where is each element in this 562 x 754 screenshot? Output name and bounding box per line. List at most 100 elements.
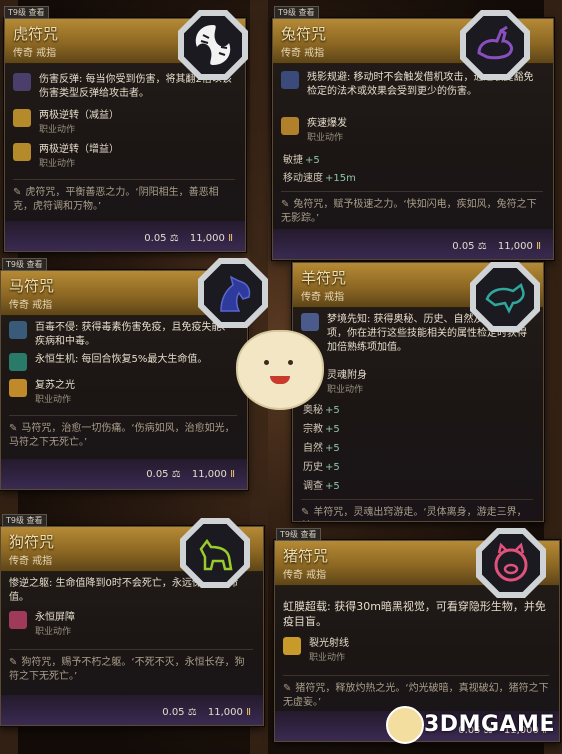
barrier-icon	[9, 611, 27, 629]
site-watermark: 3DMGAME	[424, 712, 555, 737]
quote-icon: ✎	[283, 683, 292, 694]
card-subtitle: 传奇 戒指	[9, 300, 53, 311]
card-subtitle: 传奇 戒指	[283, 570, 327, 581]
passive-text: 虹膜超载: 获得30m暗黑视觉，可看穿隐形生物，并免疫目盲。	[283, 600, 546, 628]
dog-icon	[199, 538, 233, 571]
coin-icon: Ⅱ	[228, 233, 233, 244]
quote-icon: ✎	[281, 199, 290, 210]
action-row[interactable]: 灵魂附身 职业动作	[301, 369, 533, 397]
weight-value: 0.05	[144, 233, 167, 244]
action-name: 裂光射线	[309, 638, 349, 649]
poison-immunity-icon	[9, 321, 27, 339]
action-kind: 职业动作	[35, 627, 72, 637]
quote-icon: ✎	[13, 187, 22, 198]
weight-icon: ⚖	[171, 469, 181, 480]
tiger-emblem	[178, 10, 248, 80]
watermark-mascot	[386, 706, 424, 744]
stat-religion: 宗教 +5	[303, 424, 340, 435]
mascot-watermark	[236, 330, 324, 410]
dog-emblem	[180, 518, 250, 588]
card-subtitle: 传奇 戒指	[9, 556, 53, 567]
price-value: 11,000	[189, 233, 225, 244]
weight-value: 0.05	[452, 241, 475, 252]
polarity-icon	[13, 109, 31, 127]
price-value: 11,000	[191, 469, 227, 480]
flavor-text: ✎ 马符咒，治愈一切伤痛。‘伤病如风，治愈如光，马符之下无死亡。’	[9, 415, 237, 450]
action-name: 灵魂附身	[327, 370, 367, 381]
action-kind: 职业动作	[309, 653, 346, 663]
action-kind: 职业动作	[35, 395, 72, 405]
passive-text: 百毒不侵: 获得毒素伤害免疫，且免疫失能、疾病和中毒。	[35, 322, 232, 347]
rabbit-icon	[477, 25, 513, 60]
card-title: 羊符咒	[301, 269, 347, 287]
action-row[interactable]: 两极逆转（减益） 职业动作	[13, 109, 235, 137]
action-kind: 职业动作	[39, 159, 76, 169]
coin-icon: Ⅱ	[246, 707, 251, 718]
coin-icon: Ⅱ	[230, 469, 235, 480]
flavor-text: ✎ 虎符咒，平衡善恶之力。‘阴阳相生，善恶相克，虎符调和万物。’	[13, 179, 235, 214]
coin-icon: Ⅱ	[536, 241, 541, 252]
price-line: 0.05 ⚖ 11,000 Ⅱ	[452, 241, 541, 252]
action-row[interactable]: 裂光射线 职业动作	[283, 637, 549, 665]
stat-history: 历史 +5	[303, 462, 340, 473]
price-line: 0.05 ⚖ 11,000 Ⅱ	[144, 233, 233, 244]
afterimage-icon	[281, 71, 299, 89]
claw-icon	[13, 73, 31, 91]
quote-icon: ✎	[301, 507, 310, 518]
stat-arcana: 奥秘 +5	[303, 405, 340, 416]
card-subtitle: 传奇 戒指	[301, 292, 345, 303]
stat-investigation: 调查 +5	[303, 481, 340, 492]
burst-icon	[281, 117, 299, 135]
item-tag[interactable]: T9级 查看	[276, 528, 321, 541]
goat-emblem	[470, 262, 540, 332]
action-row[interactable]: 两极逆转（增益） 职业动作	[13, 143, 235, 171]
flavor-text: ✎羊符咒，灵魂出窍游走。‘灵体离身，游走三界，羊’	[301, 499, 533, 521]
stat-dexterity: 敏捷 +5	[283, 155, 320, 166]
action-name: 疾速爆发	[307, 118, 347, 129]
card-title: 猪符咒	[283, 547, 329, 565]
item-tag[interactable]: T9级 查看	[274, 6, 319, 19]
action-kind: 职业动作	[307, 133, 344, 143]
action-kind: 职业动作	[39, 125, 76, 135]
rabbit-emblem	[460, 10, 530, 80]
item-tag[interactable]: T9级 查看	[2, 514, 47, 527]
item-tag[interactable]: T9级 查看	[2, 258, 47, 271]
action-row[interactable]: 疾速爆发 职业动作	[281, 117, 543, 145]
dream-prophet-icon	[301, 313, 319, 331]
action-row[interactable]: 永恒屏障 职业动作	[9, 611, 253, 639]
stat-nature: 自然 +5	[303, 443, 340, 454]
pig-icon	[494, 542, 528, 582]
polarity-icon	[13, 143, 31, 161]
price-value: 11,000	[207, 707, 243, 718]
quote-icon: ✎	[9, 657, 18, 668]
card-subtitle: 传奇 戒指	[281, 48, 325, 59]
action-name: 两极逆转（减益）	[39, 110, 119, 121]
action-name: 两极逆转（增益）	[39, 144, 119, 155]
weight-icon: ⚖	[187, 707, 197, 718]
goat-icon	[485, 282, 525, 314]
weight-value: 0.05	[162, 707, 185, 718]
flavor-text: ✎ 猪符咒，释放灼热之光。‘灼光破暗，真视破幻，猪符之下无虚妄。’	[283, 675, 549, 710]
card-subtitle: 传奇 戒指	[13, 48, 57, 59]
revival-light-icon	[9, 379, 27, 397]
regen-icon	[9, 353, 27, 371]
price-line: 0.05 ⚖ 11,000 Ⅱ	[146, 469, 235, 480]
pig-emblem	[476, 528, 546, 598]
card-title: 虎符咒	[13, 25, 59, 43]
weight-icon: ⚖	[477, 241, 487, 252]
tiger-icon	[195, 25, 231, 65]
price-value: 11,000	[497, 241, 533, 252]
ray-icon	[283, 637, 301, 655]
action-name: 复苏之光	[35, 380, 75, 391]
item-tag[interactable]: T9级 查看	[4, 6, 49, 19]
stat-move-speed: 移动速度 +15m	[283, 173, 356, 184]
action-row[interactable]: 复苏之光 职业动作	[9, 379, 237, 407]
weight-value: 0.05	[146, 469, 169, 480]
card-title: 兔符咒	[281, 25, 327, 43]
weight-icon: ⚖	[169, 233, 179, 244]
price-line: 0.05 ⚖ 11,000 Ⅱ	[162, 707, 251, 718]
quote-icon: ✎	[9, 423, 18, 434]
card-title: 马符咒	[9, 277, 55, 295]
action-name: 永恒屏障	[35, 612, 75, 623]
card-title: 狗符咒	[9, 533, 55, 551]
